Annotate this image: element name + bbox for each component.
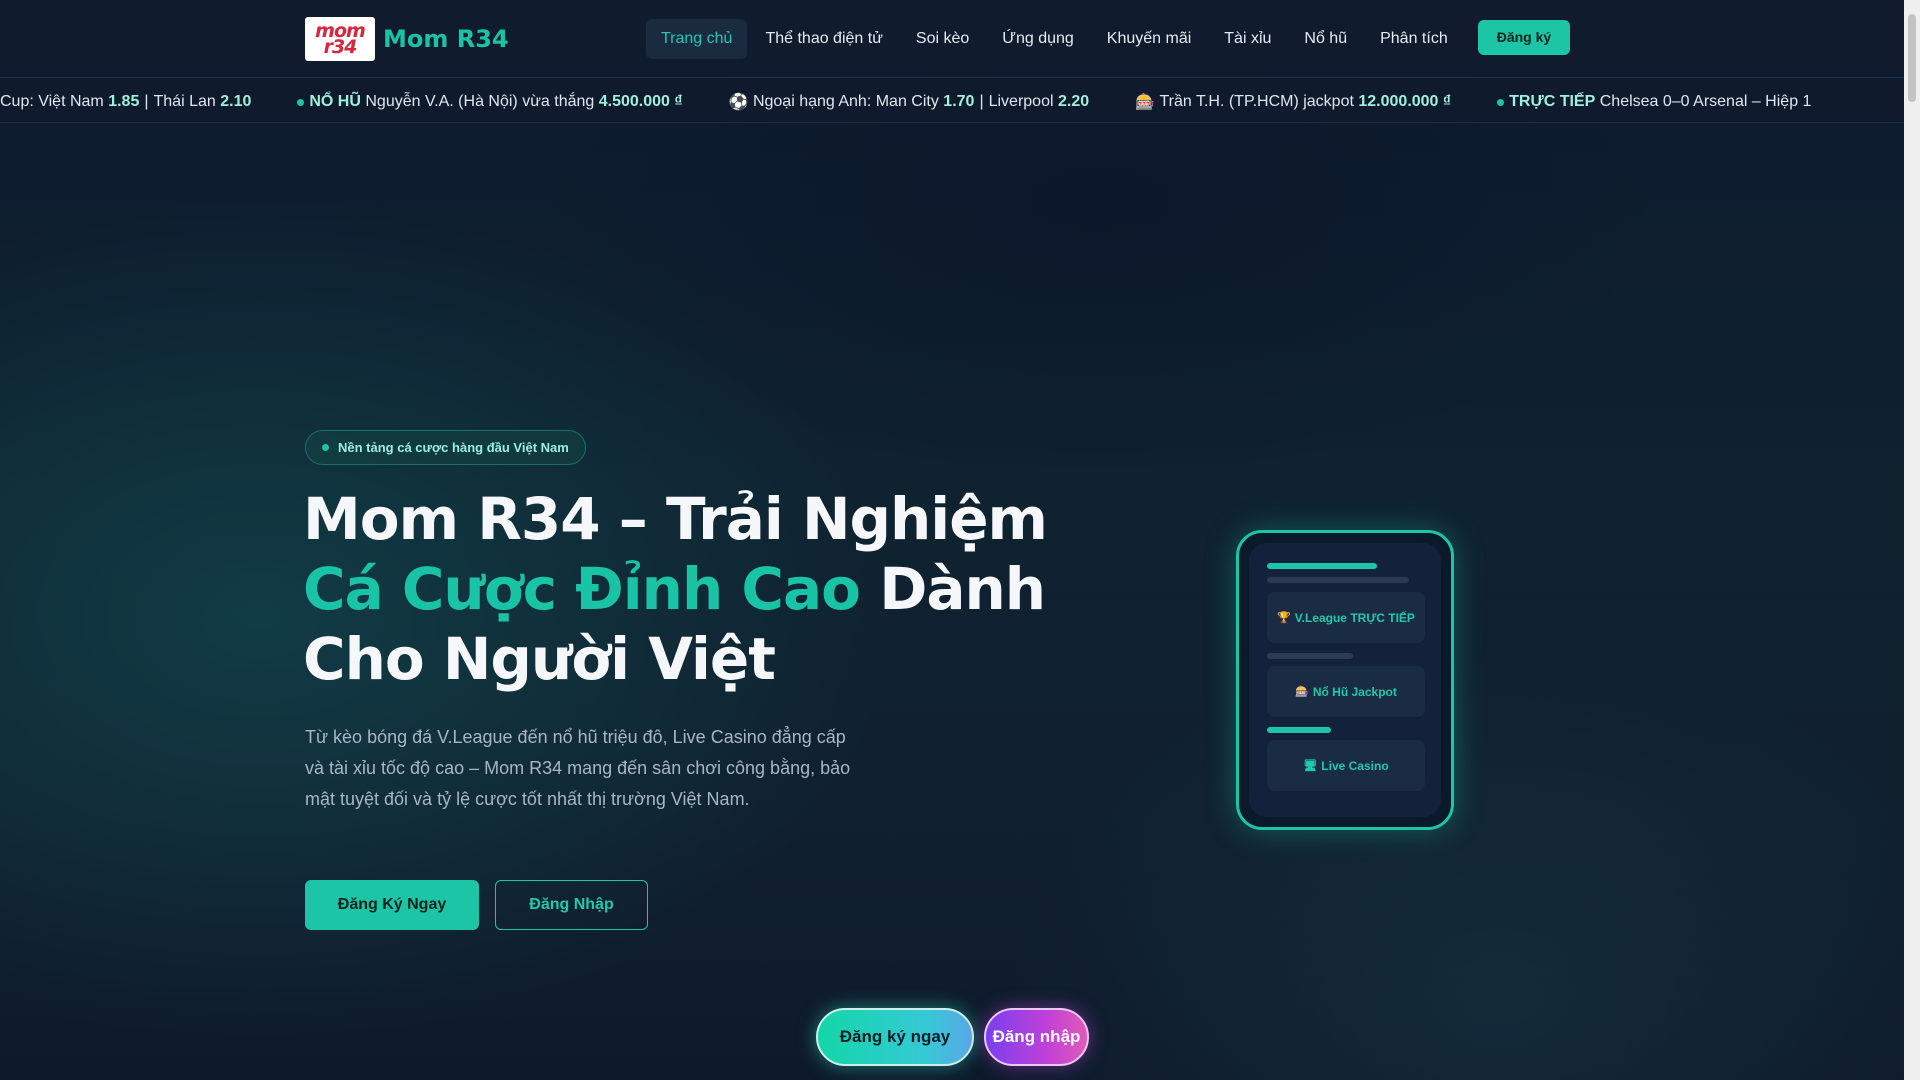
phone-card-jackpot[interactable]: 🎰 Nổ Hũ Jackpot [1267,666,1425,717]
phone-card-live-casino[interactable]: 🖥 Live Casino [1267,740,1425,791]
hero-title-accent: Cá Cược Đỉnh Cao [303,555,861,623]
header-register-button[interactable]: Đăng ký [1477,19,1571,55]
ticker-odd: 1.70 [943,93,975,110]
placeholder-bar [1267,577,1409,583]
logo[interactable]: mom r34 Mom R34 [305,17,509,61]
ticker-text: Ngoại hạng Anh: Man City [752,93,939,110]
ticker-item: ⚽ Ngoại hạng Anh: Man City 1.70 | Liverp… [729,92,1090,112]
nav-item-the-thao-dien-tu[interactable]: Thể thao điện tử [750,19,897,59]
ticker-odd: 1.85 [108,93,140,110]
hero-description: Từ kèo bóng đá V.League đến nổ hũ triệu … [305,727,851,809]
live-dot-icon [1497,98,1505,106]
ticker-amount: 4.500.000 ₫ [598,93,683,110]
hero-badge: Nền tảng cá cược hàng đầu Việt Nam [305,430,586,465]
ticker-text: Cup: Việt Nam [0,93,104,110]
scrollbar-thumb[interactable] [1908,14,1916,102]
placeholder-bar [1267,727,1331,733]
ticker-separator: | [144,93,149,110]
monitor-icon: 🖥 [1303,760,1318,772]
phone-mockup: 🏆 V.League TRỰC TIẾP 🎰 Nổ Hũ Jackpot 🖥 L… [1236,530,1454,830]
phone-card-label: Live Casino [1321,758,1389,773]
nav-item-trang-chu[interactable]: Trang chủ [646,19,748,59]
placeholder-bar [1267,653,1353,659]
ticker-item: 🎰 Trần T.H. (TP.HCM) jackpot 12.000.000 … [1135,92,1451,112]
ticker-item: NỔ HŨ Nguyễn V.A. (Hà Nội) vừa thắng 4.5… [297,92,683,112]
main-nav: Trang chủ Thể thao điện tử Soi kèo Ứng d… [646,19,1571,59]
phone-card-vleague[interactable]: 🏆 V.League TRỰC TIẾP [1267,592,1425,643]
ticker-text: Liverpool [988,93,1054,110]
ticker-odd: 2.10 [220,93,252,110]
news-ticker: Cup: Việt Nam 1.85 | Thái Lan 2.10 NỔ HŨ… [0,79,1904,123]
page-scrollbar[interactable] [1904,0,1920,1080]
ticker-track: Cup: Việt Nam 1.85 | Thái Lan 2.10 NỔ HŨ… [0,92,1857,112]
ticker-odd: 2.20 [1057,93,1090,110]
nav-item-no-hu[interactable]: Nổ hũ [1289,19,1362,59]
trophy-icon: 🏆 [1277,612,1291,624]
ticker-text: Nguyễn V.A. (Hà Nội) vừa thắng [365,93,595,110]
phone-card-label: Nổ Hũ Jackpot [1312,684,1397,699]
ticker-amount: 12.000.000 ₫ [1358,93,1452,110]
ticker-text: Thái Lan [153,93,216,110]
placeholder-bar [1267,563,1377,569]
soccer-ball-icon: ⚽ [728,94,749,111]
hero-title: Mom R34 – Trải Nghiệm Cá Cược Đỉnh Cao D… [303,484,1063,694]
nav-item-phan-tich[interactable]: Phân tích [1365,19,1463,59]
ticker-tag: TRỰC TIẾP [1509,93,1596,110]
floating-login-button[interactable]: Đăng nhập [984,1008,1089,1066]
floating-register-button[interactable]: Đăng ký ngay [816,1008,974,1066]
hero-title-part1: Mom R34 – Trải Nghiệm [303,485,1048,553]
site-header: mom r34 Mom R34 Trang chủ Thể thao điện … [0,0,1904,78]
ticker-text: Chelsea 0–0 Arsenal – Hiệp 1 [1599,93,1812,110]
ticker-item: TRỰC TIẾP Chelsea 0–0 Arsenal – Hiệp 1 [1497,92,1811,112]
hero-badge-text: Nền tảng cá cược hàng đầu Việt Nam [338,440,569,455]
live-dot-icon [297,98,305,106]
badge-dot-icon [322,444,329,451]
brand-name[interactable]: Mom R34 [383,25,509,53]
slot-machine-icon: 🎰 [1135,94,1156,111]
nav-item-tai-xiu[interactable]: Tài xỉu [1209,19,1286,59]
nav-item-ung-dung[interactable]: Ứng dụng [987,19,1089,59]
ticker-item: Cup: Việt Nam 1.85 | Thái Lan 2.10 [0,92,251,112]
logo-image: mom r34 [305,17,375,61]
phone-card-label: V.League TRỰC TIẾP [1294,610,1415,625]
login-button[interactable]: Đăng Nhập [495,880,648,930]
nav-item-khuyen-mai[interactable]: Khuyến mãi [1092,19,1207,59]
logo-image-text: mom r34 [315,20,366,58]
phone-screen: 🏆 V.League TRỰC TIẾP 🎰 Nổ Hũ Jackpot 🖥 L… [1249,543,1441,817]
slot-machine-icon: 🎰 [1295,686,1309,698]
ticker-text: Trần T.H. (TP.HCM) jackpot [1159,93,1354,110]
ticker-separator: | [979,93,984,110]
nav-item-soi-keo[interactable]: Soi kèo [901,19,984,59]
ticker-tag: NỔ HŨ [309,93,361,110]
register-now-button[interactable]: Đăng Ký Ngay [305,880,479,930]
